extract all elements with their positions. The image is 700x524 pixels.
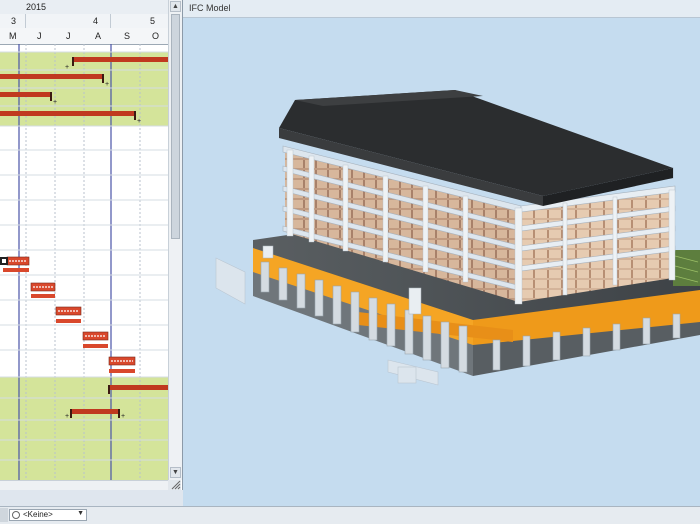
month-label: M [9,31,17,41]
scroll-down-icon[interactable]: ▼ [170,467,181,478]
building-3d-view[interactable] [183,17,700,506]
chevron-down-icon[interactable]: ▼ [77,510,84,517]
month-label: A [95,31,102,41]
quarter-label: 4 [93,16,99,26]
status-left-segment [0,508,8,522]
year-label: 2015 [26,2,47,12]
svg-text:+: + [65,413,69,420]
status-bar: <Keine> ▼ [0,506,700,524]
gantt-month-header: M J J A S O [0,28,168,45]
month-label: J [66,31,71,41]
circle-icon [12,511,20,519]
ifc-model-title: IFC Model [189,3,231,13]
gantt-panel: 2015 3 4 5 M J J A S O + + + + + + ▲ ▼ [0,0,183,490]
gantt-vertical-scrollbar[interactable]: ▲ ▼ [168,0,182,480]
gantt-horizontal-scrollbar[interactable] [0,480,168,490]
filter-combo-value: <Keine> [23,510,53,519]
quarter-label: 5 [150,16,156,26]
month-label: J [37,31,42,41]
ifc-model-titlebar: IFC Model [183,0,700,18]
svg-text:+: + [137,118,141,125]
svg-text:+: + [105,81,109,88]
scrollbar-thumb[interactable] [171,14,180,239]
gantt-grid: + + + + + + [0,44,168,480]
month-label: O [152,31,160,41]
quarter-label: 3 [11,16,17,26]
gantt-quarter-header: 3 4 5 [0,14,168,29]
resize-grip-icon[interactable] [168,480,181,490]
gantt-year-header: 2015 [0,0,168,15]
svg-text:+: + [65,64,69,71]
month-label: S [124,31,131,41]
scroll-up-icon[interactable]: ▲ [170,1,181,12]
filter-combo[interactable]: <Keine> ▼ [9,509,87,521]
ifc-model-panel: IFC Model [183,0,700,506]
svg-text:+: + [53,99,57,106]
svg-text:+: + [121,413,125,420]
